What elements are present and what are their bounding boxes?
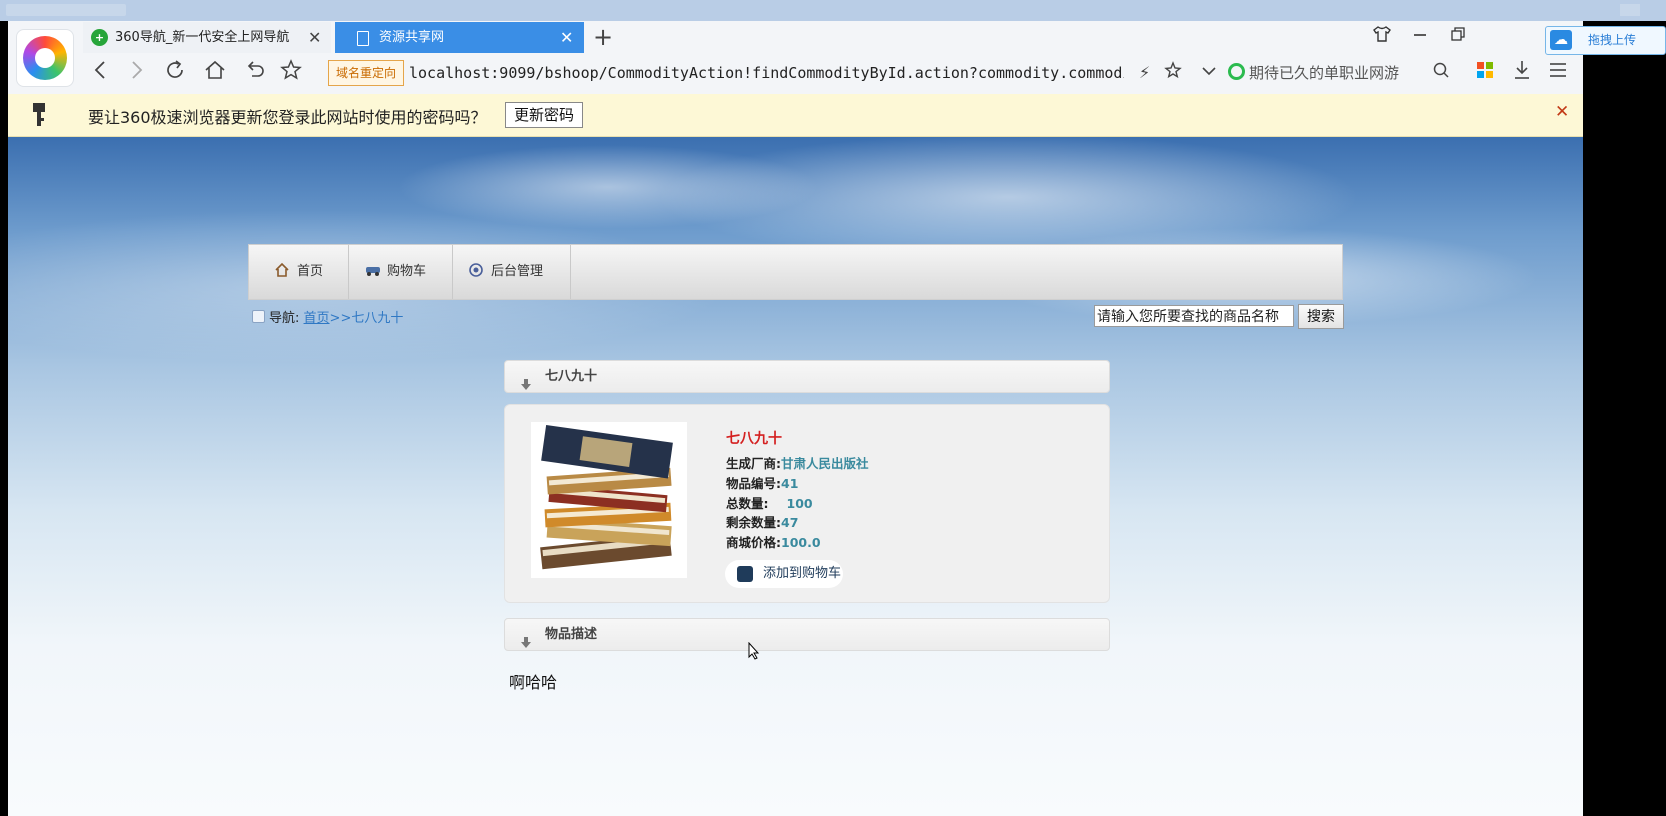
reload-icon[interactable] — [163, 58, 187, 91]
breadcrumb-current: 七八九十 — [351, 311, 404, 326]
address-bar[interactable]: localhost:9099/bshoop/CommodityAction!fi… — [409, 60, 1124, 86]
field-label: 剩余数量: — [726, 515, 781, 530]
location-icon — [252, 310, 265, 323]
search-icon[interactable] — [1431, 58, 1451, 91]
domain-redirect-badge[interactable]: 域名重定向 — [328, 60, 404, 86]
search-button[interactable]: 搜索 — [1298, 304, 1344, 329]
close-icon[interactable]: ✕ — [1555, 102, 1569, 122]
chevron-down-icon[interactable] — [1199, 58, 1219, 91]
page-icon — [357, 31, 369, 46]
panel-title: 物品描述 — [545, 627, 598, 642]
cart-icon — [737, 566, 753, 582]
restore-icon[interactable] — [1448, 24, 1468, 52]
update-password-button[interactable]: 更新密码 — [505, 102, 583, 128]
menu-label: 首页 — [297, 264, 324, 279]
shirt-skin-icon[interactable] — [1372, 24, 1392, 52]
breadcrumb: 导航: 首页>>七八九十 — [252, 307, 403, 326]
favorite-star-icon[interactable] — [279, 58, 303, 91]
plus-shield-icon: + — [91, 29, 108, 46]
field-value: 41 — [781, 476, 799, 491]
product-title: 七八九十 — [726, 431, 782, 447]
admin-icon — [469, 247, 483, 277]
key-icon — [32, 102, 46, 128]
tab-close-icon[interactable]: ✕ — [560, 22, 573, 53]
upload-label: 拖拽上传 — [1588, 33, 1637, 47]
tab-resource-share[interactable]: 资源共享网 ✕ — [335, 22, 584, 53]
page-viewport: 首页 购物车 后台管理 导航: 首页>>七八九十 请输入您所要查找的商品名称 搜… — [8, 137, 1583, 816]
panel-title: 七八九十 — [545, 369, 598, 384]
description-panel-header: 物品描述 — [504, 618, 1110, 651]
search-engine-icon — [1228, 63, 1245, 80]
field-value: 甘肃人民出版社 — [781, 456, 869, 471]
bookmark-star-icon[interactable] — [1163, 58, 1183, 91]
lightning-icon[interactable]: ⚡ — [1139, 58, 1150, 88]
field-value: 100 — [786, 496, 813, 511]
product-panel-header: 七八九十 — [504, 360, 1110, 393]
arrow-down-icon — [521, 629, 531, 648]
add-to-cart-label: 添加到购物车 — [763, 566, 842, 581]
new-tab-button[interactable]: + — [593, 24, 613, 50]
cloud-icon: ☁ — [1550, 30, 1572, 50]
field-value: 100.0 — [781, 535, 821, 550]
menu-icon[interactable] — [1548, 58, 1568, 91]
home-icon[interactable] — [203, 58, 227, 91]
field-remaining-quantity: 剩余数量:47 — [726, 512, 798, 531]
menu-label: 购物车 — [387, 264, 427, 279]
home-icon — [275, 247, 289, 277]
taskbar-ghost — [6, 4, 126, 16]
password-prompt-text: 要让360极速浏览器更新您登录此网站时使用的密码吗？ — [88, 108, 487, 127]
menu-item-admin[interactable]: 后台管理 — [453, 245, 571, 299]
menu-item-cart[interactable]: 购物车 — [349, 245, 453, 299]
logo-center — [35, 48, 55, 68]
product-detail-card: 七八九十 生成厂商:甘肃人民出版社 物品编号:41 总数量: 100 剩余数量:4… — [504, 404, 1110, 603]
menu-item-home[interactable]: 首页 — [249, 245, 349, 299]
field-label: 总数量: — [726, 496, 769, 511]
mouse-cursor-icon — [748, 641, 760, 664]
minimize-icon[interactable] — [1410, 24, 1430, 52]
books-stack-image — [531, 422, 687, 578]
field-label: 物品编号: — [726, 476, 781, 491]
tab-360-nav[interactable]: + 360导航_新一代安全上网导航 ✕ — [83, 22, 331, 53]
field-label: 商城价格: — [726, 535, 781, 550]
product-search-input[interactable]: 请输入您所要查找的商品名称 — [1094, 305, 1294, 327]
breadcrumb-separator: >> — [329, 311, 352, 326]
password-update-bar: 要让360极速浏览器更新您登录此网站时使用的密码吗？ 更新密码 ✕ — [8, 94, 1583, 137]
desktop-top-strip — [0, 0, 1666, 21]
taskbar-ghost-right — [1620, 4, 1640, 16]
breadcrumb-home-link[interactable]: 首页 — [304, 311, 330, 326]
breadcrumb-prefix: 导航: — [269, 311, 300, 326]
tab-close-icon[interactable]: ✕ — [308, 22, 324, 53]
field-value: 47 — [781, 515, 799, 530]
tab-title: 360导航_新一代安全上网导航 — [115, 30, 290, 45]
add-to-cart-button[interactable]: 添加到购物车 — [725, 560, 843, 588]
car-icon — [365, 247, 380, 276]
forward-icon[interactable] — [127, 58, 147, 91]
search-hint: 期待已久的单职业网游 — [1249, 64, 1400, 82]
description-text: 啊哈哈 — [509, 673, 558, 692]
undo-icon[interactable] — [243, 58, 267, 91]
field-total-quantity: 总数量: 100 — [726, 493, 813, 512]
arrow-down-icon — [521, 371, 531, 390]
tab-title: 资源共享网 — [379, 30, 445, 45]
drag-upload-button[interactable]: ☁ 拖拽上传 — [1545, 26, 1666, 55]
browser-search-box[interactable]: 期待已久的单职业网游 — [1228, 60, 1428, 86]
site-menu-bar: 首页 购物车 后台管理 — [248, 244, 1343, 300]
field-price: 商城价格:100.0 — [726, 532, 821, 551]
apps-grid-icon[interactable] — [1475, 58, 1495, 91]
download-icon[interactable] — [1512, 58, 1532, 91]
browser-logo-icon[interactable] — [16, 29, 74, 87]
menu-label: 后台管理 — [491, 264, 544, 279]
field-label: 生成厂商: — [726, 456, 781, 471]
field-manufacturer: 生成厂商:甘肃人民出版社 — [726, 453, 869, 472]
field-item-number: 物品编号:41 — [726, 473, 798, 492]
back-icon[interactable] — [90, 58, 110, 91]
